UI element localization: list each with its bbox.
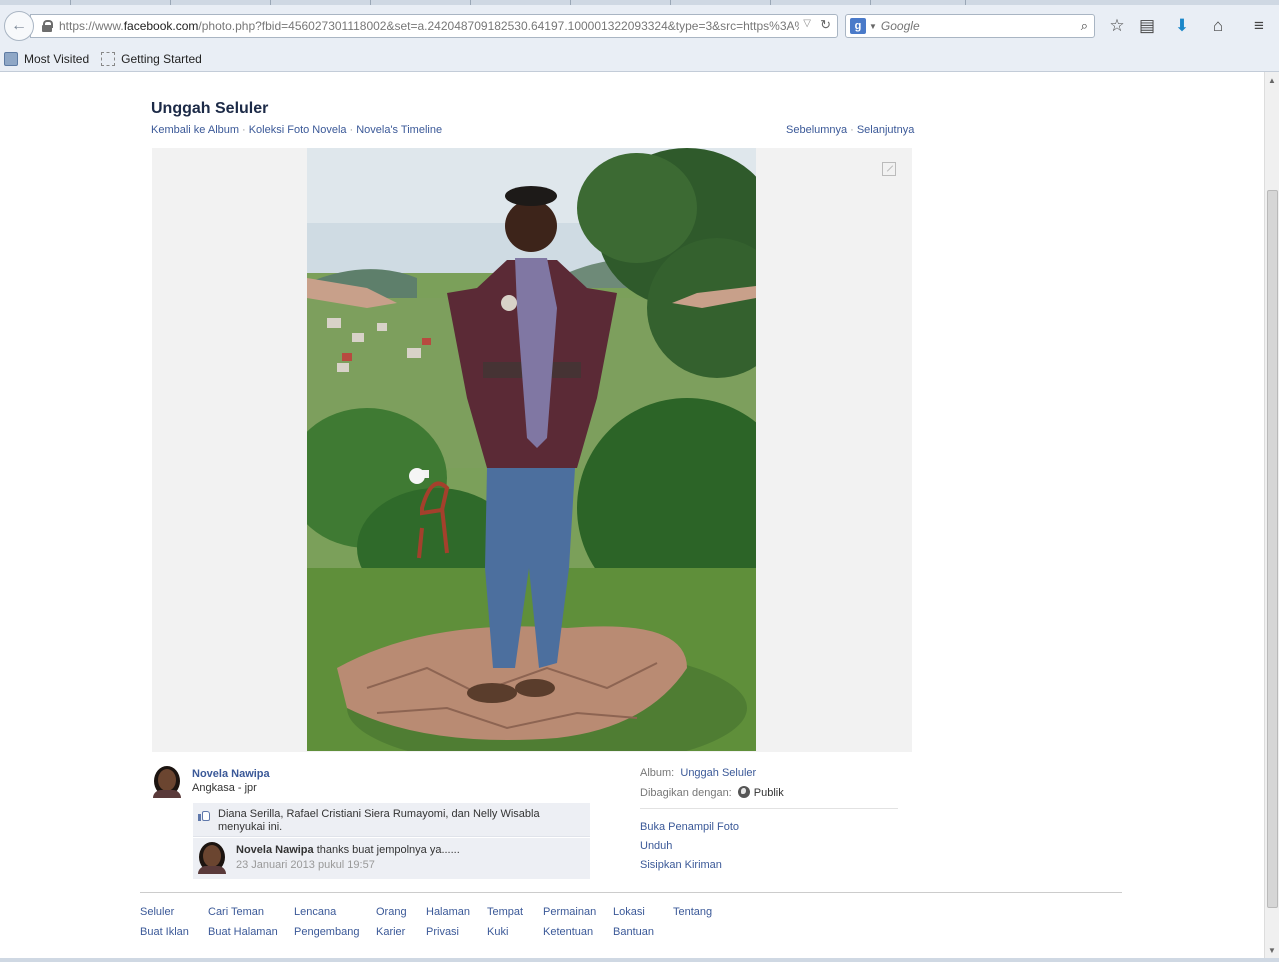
footer-link-about[interactable]: Tentang: [673, 906, 712, 918]
bookmark-star-icon[interactable]: ☆: [1106, 15, 1128, 37]
search-bar[interactable]: g ▼ ⌕: [845, 14, 1095, 38]
footer-link-help[interactable]: Bantuan: [613, 926, 654, 938]
breadcrumb: Kembali ke Album · Koleksi Foto Novela · Nov…: [151, 124, 443, 136]
bookmarks-bar: Most Visited Getting Started: [0, 48, 1279, 70]
url-text[interactable]: https://www.facebook.com/photo.php?fbid=…: [59, 19, 799, 33]
photo-pager: Sebelumnya · Selanjutnya: [786, 124, 915, 136]
comment: Novela Nawipa thanks buat jempolnya ya..…: [193, 838, 590, 879]
footer-link-developers[interactable]: Pengembang: [294, 926, 359, 938]
likes-summary: Diana Serilla, Rafael Cristiani Siera Ru…: [193, 803, 590, 837]
photo-image: [307, 148, 756, 751]
likes-text[interactable]: Diana Serilla, Rafael Cristiani Siera Ru…: [218, 808, 583, 834]
footer-link-create-ad[interactable]: Buat Iklan: [140, 926, 189, 938]
footer-link-careers[interactable]: Karier: [376, 926, 405, 938]
facebook-photo-page: Unggah Seluler Kembali ke Album · Koleksi …: [0, 72, 1264, 958]
footer-link-cookies[interactable]: Kuki: [487, 926, 508, 938]
photo-collection-link[interactable]: Koleksi Foto Novela: [249, 124, 347, 136]
download-link[interactable]: Unduh: [640, 840, 672, 852]
divider: [640, 808, 898, 809]
getting-started-icon: [101, 52, 116, 66]
url-dropdown-icon[interactable]: ▽: [803, 18, 811, 29]
photo[interactable]: [307, 148, 756, 751]
comment-avatar[interactable]: [196, 842, 228, 874]
home-icon[interactable]: ⌂: [1207, 15, 1229, 37]
browser-toolbar: https://www.facebook.com/photo.php?fbid=…: [0, 0, 1279, 72]
reload-icon[interactable]: ↻: [820, 17, 831, 33]
comment-body: Novela Nawipa thanks buat jempolnya ya..…: [236, 844, 460, 856]
footer-link-people[interactable]: Orang: [376, 906, 407, 918]
taskbar-strip: [0, 958, 1279, 962]
comment-timestamp[interactable]: 23 Januari 2013 pukul 19:57: [236, 859, 375, 871]
vertical-scrollbar[interactable]: ▲ ▼: [1264, 72, 1279, 960]
footer-link-badges[interactable]: Lencana: [294, 906, 336, 918]
nav-bar: https://www.facebook.com/photo.php?fbid=…: [0, 10, 1279, 42]
comment-text: thanks buat jempolnya ya......: [316, 844, 460, 856]
footer-link-terms[interactable]: Ketentuan: [543, 926, 593, 938]
shared-label: Dibagikan dengan:: [640, 787, 732, 799]
most-visited-icon: [4, 52, 18, 66]
footer-link-places[interactable]: Tempat: [487, 906, 523, 918]
footer-link-pages[interactable]: Halaman: [426, 906, 470, 918]
owner-location: Angkasa - jpr: [192, 782, 257, 794]
footer-link-find-friends[interactable]: Cari Teman: [208, 906, 264, 918]
album-label: Album:: [640, 767, 675, 779]
tab-strip: [0, 0, 1279, 5]
thumbs-up-icon: [198, 809, 210, 821]
bookmark-most-visited[interactable]: Most Visited: [4, 52, 89, 66]
footer-link-privacy[interactable]: Privasi: [426, 926, 459, 938]
page-title: Unggah Seluler: [151, 100, 269, 117]
globe-icon: [737, 786, 750, 798]
google-icon[interactable]: g: [850, 18, 866, 34]
timeline-link[interactable]: Novela's Timeline: [356, 124, 442, 136]
privacy-row: Dibagikan dengan: Publik: [640, 786, 784, 799]
scroll-down-icon[interactable]: ▼: [1268, 946, 1276, 955]
search-input[interactable]: [880, 19, 1071, 33]
back-arrow-icon: ←: [11, 17, 27, 34]
owner-name[interactable]: Novela Nawipa: [192, 768, 270, 780]
menu-icon[interactable]: ≡: [1248, 15, 1270, 37]
previous-link[interactable]: Sebelumnya: [786, 124, 847, 136]
footer-divider: [140, 892, 1122, 893]
expand-icon[interactable]: [882, 162, 896, 176]
comment-author[interactable]: Novela Nawipa: [236, 844, 314, 856]
search-engine-caret-icon[interactable]: ▼: [869, 22, 877, 31]
footer-link-create-page[interactable]: Buat Halaman: [208, 926, 278, 938]
download-icon[interactable]: ⬇: [1171, 15, 1193, 37]
lock-icon: [41, 20, 53, 32]
album-row: Album: Unggah Seluler: [640, 767, 756, 779]
search-icon[interactable]: ⌕: [1081, 18, 1088, 34]
bookmark-getting-started[interactable]: Getting Started: [101, 52, 202, 66]
back-button[interactable]: ←: [4, 11, 34, 41]
bookmark-label: Getting Started: [121, 52, 202, 66]
url-bar[interactable]: https://www.facebook.com/photo.php?fbid=…: [30, 14, 838, 38]
avatar[interactable]: [151, 766, 183, 798]
privacy-value[interactable]: Publik: [754, 787, 784, 799]
next-link[interactable]: Selanjutnya: [857, 124, 915, 136]
bookmarks-menu-icon[interactable]: ▤: [1136, 15, 1158, 37]
scroll-thumb[interactable]: [1267, 190, 1278, 908]
album-link[interactable]: Unggah Seluler: [680, 767, 756, 779]
bookmark-label: Most Visited: [24, 52, 90, 66]
scroll-up-icon[interactable]: ▲: [1268, 76, 1276, 85]
footer-link-games[interactable]: Permainan: [543, 906, 596, 918]
footer-link-mobile[interactable]: Seluler: [140, 906, 174, 918]
open-photo-viewer-link[interactable]: Buka Penampil Foto: [640, 821, 739, 833]
embed-post-link[interactable]: Sisipkan Kiriman: [640, 859, 722, 871]
back-to-album-link[interactable]: Kembali ke Album: [151, 124, 239, 136]
footer-link-locations[interactable]: Lokasi: [613, 906, 645, 918]
photo-stage: [152, 148, 912, 752]
